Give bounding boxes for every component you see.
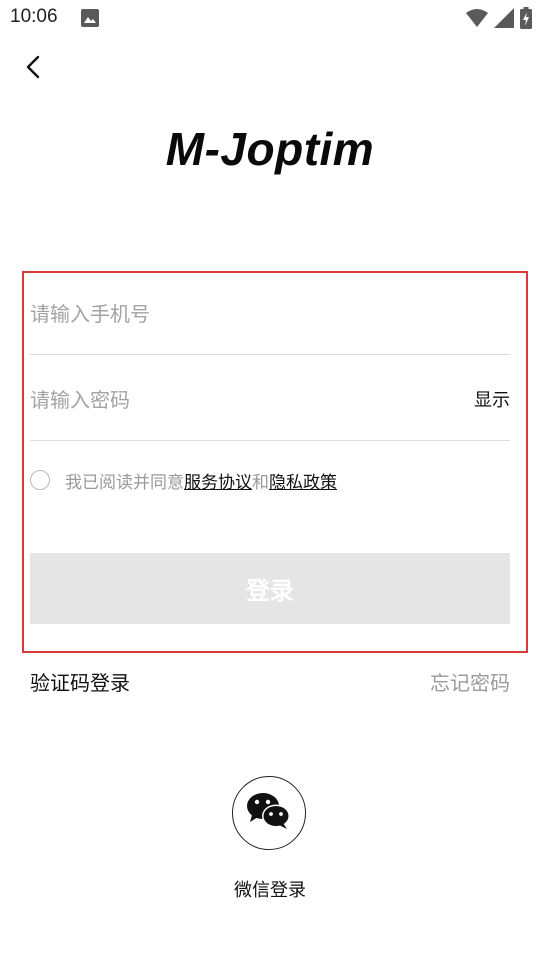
status-time: 10:06 bbox=[10, 6, 58, 27]
phone-field bbox=[30, 294, 510, 355]
agree-and: 和 bbox=[252, 472, 269, 493]
password-input[interactable] bbox=[30, 380, 430, 420]
image-icon bbox=[81, 9, 99, 31]
app-logo: M-Joptim bbox=[165, 123, 375, 175]
phone-input[interactable] bbox=[30, 294, 430, 334]
sms-login-link[interactable]: 验证码登录 bbox=[30, 667, 130, 696]
signal-icon bbox=[494, 8, 514, 32]
agree-radio[interactable] bbox=[30, 470, 50, 490]
forgot-password-link[interactable]: 忘记密码 bbox=[430, 667, 510, 696]
show-password-button[interactable]: 显示 bbox=[474, 386, 510, 412]
wechat-login-label: 微信登录 bbox=[234, 880, 306, 901]
password-field: 显示 bbox=[30, 380, 510, 441]
wechat-login-button[interactable] bbox=[232, 776, 306, 850]
wechat-icon bbox=[246, 791, 292, 835]
wifi-icon bbox=[466, 8, 488, 32]
battery-charging-icon bbox=[520, 7, 532, 33]
agreement-row: 我已阅读并同意 服务协议 和 隐私政策 bbox=[30, 466, 510, 494]
status-icons bbox=[466, 7, 532, 33]
privacy-policy-link[interactable]: 隐私政策 bbox=[269, 468, 337, 493]
service-agreement-link[interactable]: 服务协议 bbox=[184, 468, 252, 493]
back-button[interactable] bbox=[18, 54, 48, 84]
login-button[interactable]: 登录 bbox=[30, 553, 510, 624]
back-arrow-icon bbox=[25, 55, 41, 83]
status-bar: 10:06 bbox=[0, 0, 540, 36]
agree-prefix: 我已阅读并同意 bbox=[65, 472, 184, 493]
